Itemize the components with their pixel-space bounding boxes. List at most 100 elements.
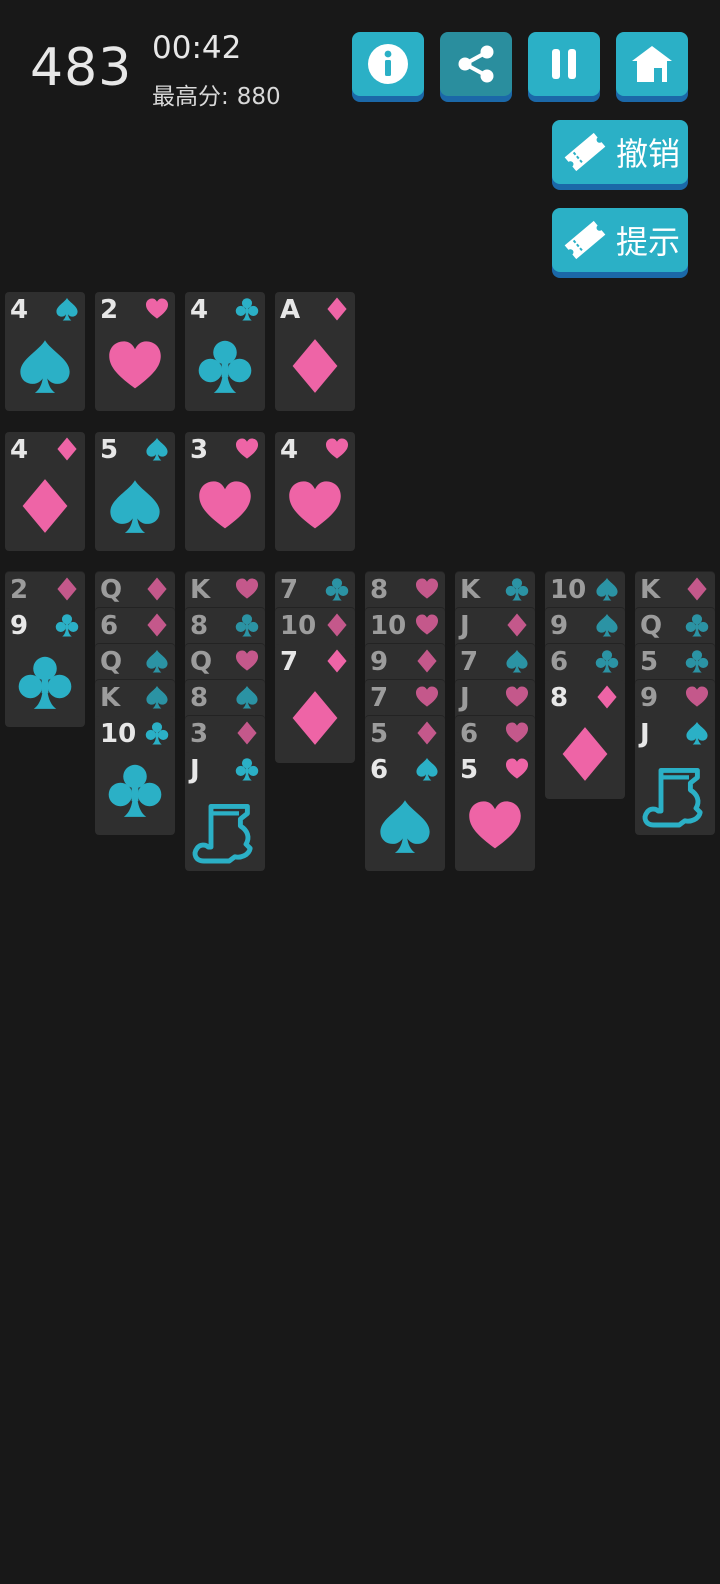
card-center-suit bbox=[197, 478, 253, 538]
card-rank: A bbox=[280, 295, 301, 325]
heart-icon bbox=[235, 650, 259, 671]
card-rank: 9 bbox=[370, 647, 389, 677]
card-9-club[interactable]: 9 bbox=[5, 608, 85, 727]
undo-button[interactable]: 撤销 bbox=[552, 120, 688, 184]
card-rank: 9 bbox=[550, 611, 569, 641]
spade-icon bbox=[56, 297, 78, 321]
club-icon bbox=[235, 614, 259, 637]
card-7-diamond[interactable]: 7 bbox=[275, 644, 355, 763]
card-corner-suit bbox=[595, 613, 619, 641]
diamond-icon bbox=[417, 721, 437, 745]
card-2-heart[interactable]: 2 bbox=[95, 292, 175, 411]
share-icon bbox=[458, 45, 494, 83]
card-rank: 5 bbox=[370, 719, 389, 749]
card-rank: J bbox=[190, 755, 200, 785]
card-corner-suit bbox=[145, 437, 169, 465]
score: 483 bbox=[30, 38, 133, 98]
club-icon bbox=[235, 298, 259, 321]
card-8-diamond[interactable]: 8 bbox=[545, 680, 625, 799]
info-icon bbox=[368, 44, 408, 84]
card-4-diamond[interactable]: 4 bbox=[5, 432, 85, 551]
card-rank: J bbox=[640, 719, 650, 749]
home-button[interactable] bbox=[616, 32, 688, 96]
card-center-suit bbox=[287, 690, 343, 750]
card-rank: 4 bbox=[10, 435, 29, 465]
card-corner-suit bbox=[415, 649, 439, 677]
pause-button[interactable] bbox=[528, 32, 600, 96]
card-4-spade[interactable]: 4 bbox=[5, 292, 85, 411]
heart-icon bbox=[199, 481, 251, 529]
club-icon bbox=[55, 614, 79, 637]
spade-icon bbox=[146, 685, 168, 709]
share-button[interactable] bbox=[440, 32, 512, 96]
card-rank: 3 bbox=[190, 435, 209, 465]
card-rank: 2 bbox=[10, 575, 29, 605]
card-rank: 4 bbox=[10, 295, 29, 325]
card-corner-suit bbox=[235, 721, 259, 749]
card-5-heart[interactable]: 5 bbox=[455, 752, 535, 871]
jack-figure-icon bbox=[192, 803, 253, 864]
card-corner-suit bbox=[55, 297, 79, 325]
heart-icon bbox=[505, 722, 529, 743]
club-icon bbox=[235, 758, 259, 781]
card-rank: K bbox=[460, 575, 481, 605]
card-10-club[interactable]: 10 bbox=[95, 716, 175, 835]
card-rank: 7 bbox=[280, 575, 299, 605]
card-corner-suit bbox=[685, 721, 709, 749]
card-5-spade[interactable]: 5 bbox=[95, 432, 175, 551]
card-center-suit bbox=[190, 798, 260, 872]
diamond-icon bbox=[507, 613, 527, 637]
card-corner-suit bbox=[325, 577, 349, 605]
card-rank: 6 bbox=[460, 719, 479, 749]
spade-icon bbox=[416, 757, 438, 781]
card-4-club[interactable]: 4 bbox=[185, 292, 265, 411]
card-corner-suit bbox=[55, 613, 79, 641]
spade-icon bbox=[596, 577, 618, 601]
hint-button[interactable]: 提示 bbox=[552, 208, 688, 272]
spade-icon bbox=[506, 649, 528, 673]
card-J-club[interactable]: J bbox=[185, 752, 265, 871]
club-icon bbox=[685, 614, 709, 637]
card-corner-suit bbox=[235, 685, 259, 713]
spade-icon bbox=[20, 340, 70, 393]
card-center-suit bbox=[557, 726, 613, 786]
card-A-diamond[interactable]: A bbox=[275, 292, 355, 411]
card-6-spade[interactable]: 6 bbox=[365, 752, 445, 871]
best-score-label: 最高分: bbox=[152, 84, 229, 110]
card-corner-suit bbox=[145, 297, 169, 325]
card-rank: Q bbox=[100, 647, 123, 677]
card-corner-suit bbox=[415, 613, 439, 641]
diamond-icon bbox=[417, 649, 437, 673]
card-corner-suit bbox=[145, 685, 169, 713]
club-icon bbox=[325, 578, 349, 601]
card-4-heart[interactable]: 4 bbox=[275, 432, 355, 551]
club-icon bbox=[595, 650, 619, 673]
heart-icon bbox=[325, 438, 349, 459]
club-icon bbox=[505, 578, 529, 601]
card-center-suit bbox=[197, 338, 253, 398]
card-corner-suit bbox=[595, 685, 619, 713]
heart-icon bbox=[235, 438, 259, 459]
card-3-heart[interactable]: 3 bbox=[185, 432, 265, 551]
card-corner-suit bbox=[415, 685, 439, 713]
card-rank: 10 bbox=[370, 611, 407, 641]
card-corner-suit bbox=[415, 757, 439, 785]
card-rank: Q bbox=[640, 611, 663, 641]
spade-icon bbox=[146, 649, 168, 673]
heart-icon bbox=[415, 686, 439, 707]
card-center-suit bbox=[287, 478, 343, 538]
card-center-suit bbox=[377, 798, 433, 858]
info-button[interactable] bbox=[352, 32, 424, 96]
card-corner-suit bbox=[685, 613, 709, 641]
card-corner-suit bbox=[325, 649, 349, 677]
card-rank: 6 bbox=[550, 647, 569, 677]
card-corner-suit bbox=[505, 721, 529, 749]
card-corner-suit bbox=[235, 757, 259, 785]
diamond-icon bbox=[22, 479, 68, 533]
card-corner-suit bbox=[235, 297, 259, 325]
club-icon bbox=[18, 656, 72, 709]
heart-icon bbox=[145, 298, 169, 319]
card-J-spade[interactable]: J bbox=[635, 716, 715, 835]
jack-figure-icon bbox=[642, 767, 703, 828]
card-rank: 4 bbox=[280, 435, 299, 465]
